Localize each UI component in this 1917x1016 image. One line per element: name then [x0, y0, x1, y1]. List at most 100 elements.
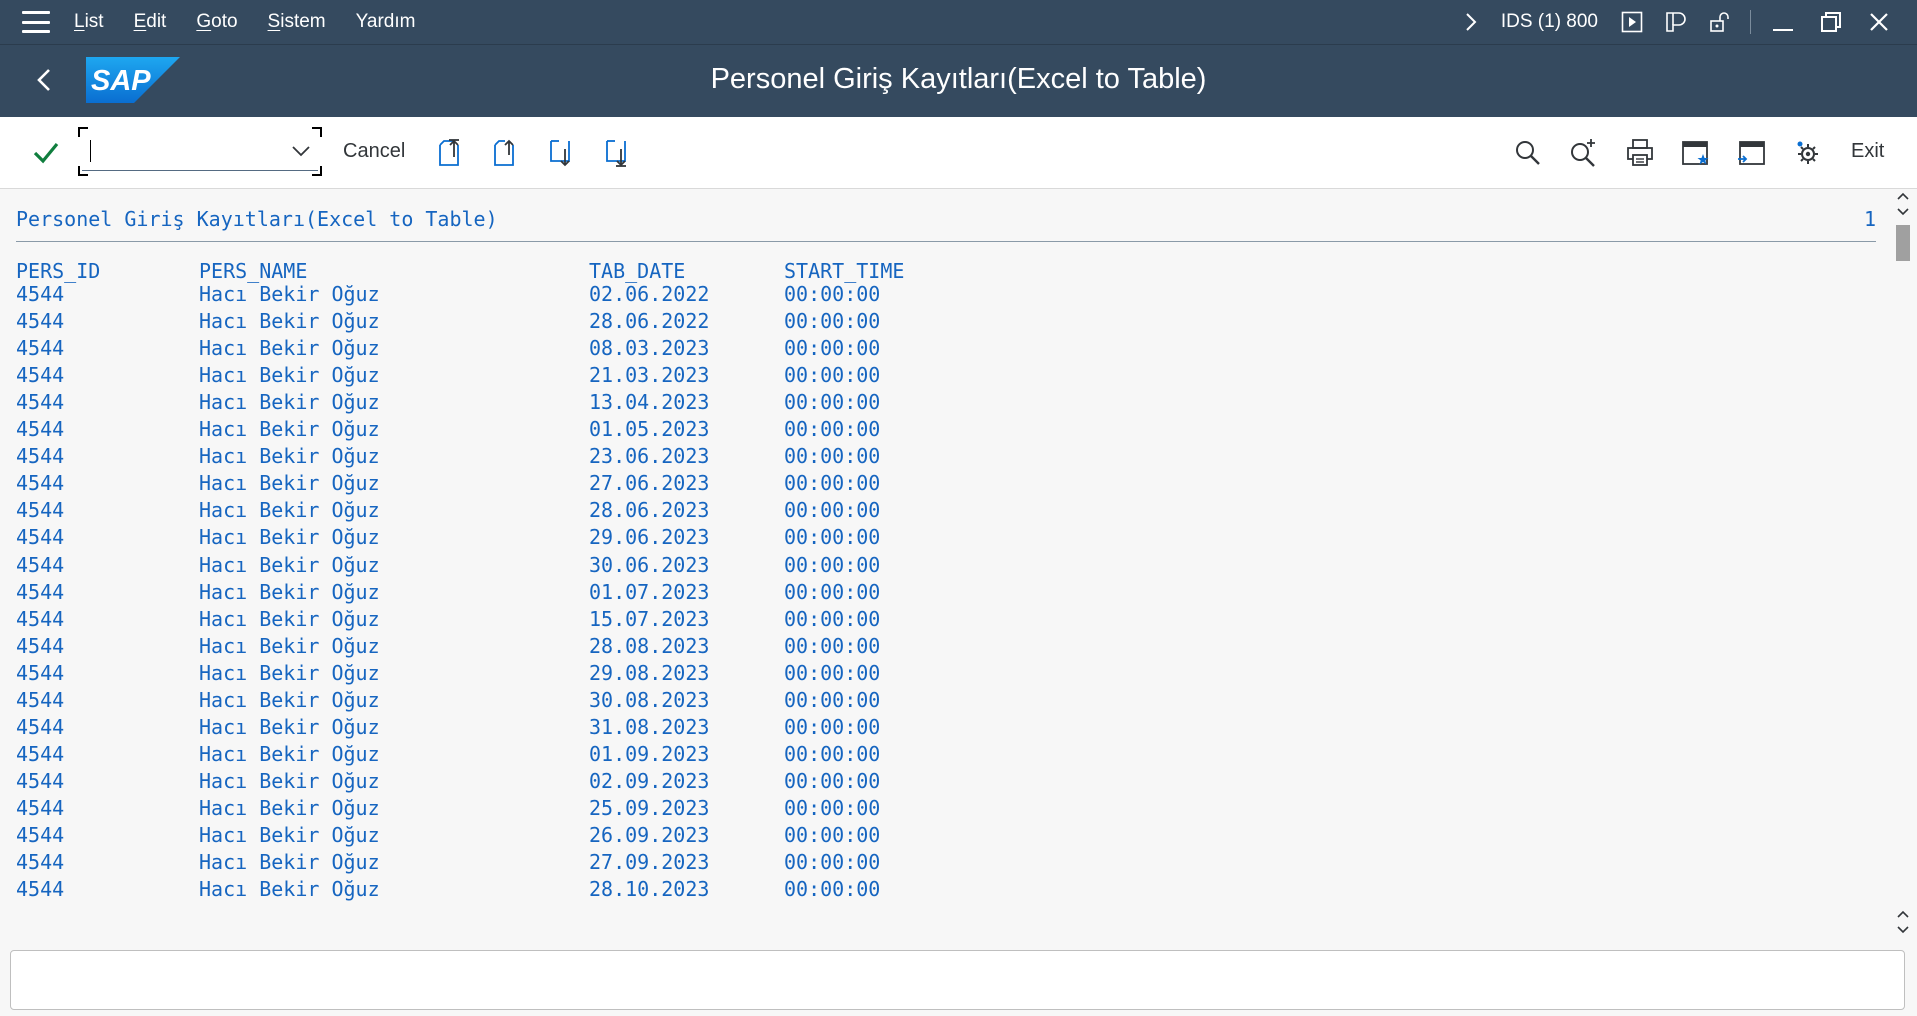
page-number: 1 [1863, 207, 1876, 231]
table-row[interactable]: 4544 Hacı Bekir Oğuz 02.09.2023 00:00:00 [0, 768, 1890, 795]
menu-item-sistem[interactable]: Sistem [268, 11, 326, 33]
table-row[interactable]: 4544 Hacı Bekir Oğuz 29.06.2023 00:00:00 [0, 524, 1890, 551]
menu-items: List Edit Goto Sistem Yardım [74, 11, 445, 33]
cell-pers-id: 4544 [16, 714, 65, 739]
layout-icon[interactable] [1662, 8, 1690, 36]
table-row[interactable]: 4544 Hacı Bekir Oğuz 01.07.2023 00:00:00 [0, 579, 1890, 606]
close-icon[interactable] [1865, 8, 1893, 36]
menu-item-label: ist [84, 11, 104, 32]
cell-pers-id: 4544 [16, 823, 65, 847]
cell-start-time: 00:00:00 [784, 850, 881, 875]
table-row[interactable]: 4544 Hacı Bekir Oğuz 28.06.2023 00:00:00 [0, 497, 1890, 524]
cell-pers-name: Hacı Bekir Oğuz [199, 579, 380, 604]
find-next-icon[interactable] [1567, 137, 1599, 169]
table-row[interactable]: 4544 Hacı Bekir Oğuz 27.09.2023 00:00:00 [0, 849, 1890, 876]
last-page-icon[interactable] [601, 137, 633, 169]
exit-button[interactable]: Exit [1851, 140, 1884, 163]
table-row[interactable]: 4544 Hacı Bekir Oğuz 28.06.2022 00:00:00 [0, 308, 1890, 335]
new-session-icon[interactable] [1680, 137, 1712, 169]
status-bar[interactable] [10, 950, 1905, 1010]
table-row[interactable]: 4544 Hacı Bekir Oğuz 30.08.2023 00:00:00 [0, 687, 1890, 714]
cell-tab-date: 28.06.2023 [589, 498, 710, 523]
cell-start-time: 00:00:00 [784, 525, 881, 550]
menu-item-goto[interactable]: Goto [196, 11, 237, 33]
menu-item-mnemonic: L [74, 11, 85, 32]
cell-pers-name: Hacı Bekir Oğuz [199, 417, 380, 442]
cell-pers-name: Hacı Bekir Oğuz [199, 498, 380, 523]
cell-pers-name: Hacı Bekir Oğuz [199, 741, 380, 766]
cell-tab-date: 29.08.2023 [589, 660, 710, 685]
table-row[interactable]: 4544 Hacı Bekir Oğuz 30.06.2023 00:00:00 [0, 552, 1890, 579]
cell-pers-id: 4544 [16, 579, 65, 604]
cell-start-time: 00:00:00 [784, 471, 881, 496]
table-row[interactable]: 4544 Hacı Bekir Oğuz 27.06.2023 00:00:00 [0, 470, 1890, 497]
cell-tab-date: 01.07.2023 [589, 579, 710, 604]
table-row[interactable]: 4544 Hacı Bekir Oğuz 01.09.2023 00:00:00 [0, 741, 1890, 768]
table-row[interactable]: 4544 Hacı Bekir Oğuz 21.03.2023 00:00:00 [0, 362, 1890, 389]
cell-pers-name: Hacı Bekir Oğuz [199, 714, 380, 739]
cell-tab-date: 13.04.2023 [589, 390, 710, 415]
cell-pers-id: 4544 [16, 687, 65, 712]
cell-tab-date: 08.03.2023 [589, 336, 710, 361]
hamburger-icon[interactable] [22, 11, 50, 33]
print-icon[interactable] [1624, 137, 1656, 169]
scroll-up-icon[interactable] [1894, 189, 1912, 219]
menu-item-list[interactable]: List [74, 11, 104, 33]
cell-pers-id: 4544 [16, 606, 65, 631]
cell-pers-name: Hacı Bekir Oğuz [199, 309, 380, 334]
table-row[interactable]: 4544 Hacı Bekir Oğuz 29.08.2023 00:00:00 [0, 660, 1890, 687]
play-icon[interactable] [1618, 8, 1646, 36]
cell-start-time: 00:00:00 [784, 498, 881, 523]
scroll-thumb[interactable] [1896, 225, 1910, 261]
search-icon[interactable] [1512, 137, 1544, 169]
cell-tab-date: 30.08.2023 [589, 687, 710, 712]
table-row[interactable]: 4544 Hacı Bekir Oğuz 25.09.2023 00:00:00 [0, 795, 1890, 822]
command-field[interactable] [78, 127, 322, 176]
menu-item-yardım[interactable]: Yardım [356, 11, 416, 33]
separator [1750, 10, 1751, 34]
next-page-icon[interactable] [545, 137, 577, 169]
minimize-icon[interactable] [1769, 8, 1797, 36]
table-row[interactable]: 4544 Hacı Bekir Oğuz 08.03.2023 00:00:00 [0, 335, 1890, 362]
cell-pers-name: Hacı Bekir Oğuz [199, 660, 380, 685]
scroll-down-icon[interactable] [1894, 907, 1912, 937]
chevron-down-icon[interactable] [290, 141, 312, 161]
check-icon[interactable] [32, 139, 60, 167]
cell-start-time: 00:00:00 [784, 390, 881, 415]
previous-page-icon[interactable] [489, 137, 521, 169]
restore-icon[interactable] [1817, 8, 1845, 36]
table-row[interactable]: 4544 Hacı Bekir Oğuz 23.06.2023 00:00:00 [0, 443, 1890, 470]
cell-tab-date: 28.08.2023 [589, 633, 710, 658]
cell-start-time: 00:00:00 [784, 714, 881, 739]
table-row[interactable]: 4544 Hacı Bekir Oğuz 31.08.2023 00:00:00 [0, 714, 1890, 741]
table-row[interactable]: 4544 Hacı Bekir Oğuz 13.04.2023 00:00:00 [0, 389, 1890, 416]
vertical-scrollbar[interactable] [1890, 189, 1917, 944]
table-row[interactable]: 4544 Hacı Bekir Oğuz 15.07.2023 00:00:00 [0, 606, 1890, 633]
cell-start-time: 00:00:00 [784, 552, 881, 577]
cell-pers-name: Hacı Bekir Oğuz [199, 633, 380, 658]
cell-start-time: 00:00:00 [784, 823, 881, 847]
table-row[interactable]: 4544 Hacı Bekir Oğuz 28.08.2023 00:00:00 [0, 633, 1890, 660]
column-header-pers-id: PERS_ID [16, 259, 101, 283]
cell-tab-date: 23.06.2023 [589, 444, 710, 469]
chevron-right-icon[interactable] [1457, 8, 1485, 36]
system-info[interactable]: IDS (1) 800 [1501, 11, 1598, 33]
menu-item-edit[interactable]: Edit [134, 11, 167, 33]
table-row[interactable]: 4544 Hacı Bekir Oğuz 02.06.2022 00:00:00 [0, 281, 1890, 308]
table-row[interactable]: 4544 Hacı Bekir Oğuz 01.05.2023 00:00:00 [0, 416, 1890, 443]
cell-pers-name: Hacı Bekir Oğuz [199, 877, 380, 902]
table-row[interactable]: 4544 Hacı Bekir Oğuz 28.10.2023 00:00:00 [0, 876, 1890, 903]
cell-pers-id: 4544 [16, 633, 65, 658]
cell-tab-date: 28.10.2023 [589, 877, 710, 902]
cell-tab-date: 28.06.2022 [589, 309, 710, 334]
cell-tab-date: 02.06.2022 [589, 282, 710, 306]
unlock-icon[interactable] [1706, 8, 1734, 36]
first-page-icon[interactable] [434, 137, 466, 169]
menu-item-mnemonic: E [133, 11, 147, 32]
cell-pers-id: 4544 [16, 471, 65, 496]
shortcut-icon[interactable] [1735, 137, 1767, 169]
cancel-button[interactable]: Cancel [343, 140, 405, 163]
settings-icon[interactable] [1792, 137, 1824, 169]
table-row[interactable]: 4544 Hacı Bekir Oğuz 26.09.2023 00:00:00 [0, 822, 1890, 849]
cell-tab-date: 01.05.2023 [589, 417, 710, 442]
